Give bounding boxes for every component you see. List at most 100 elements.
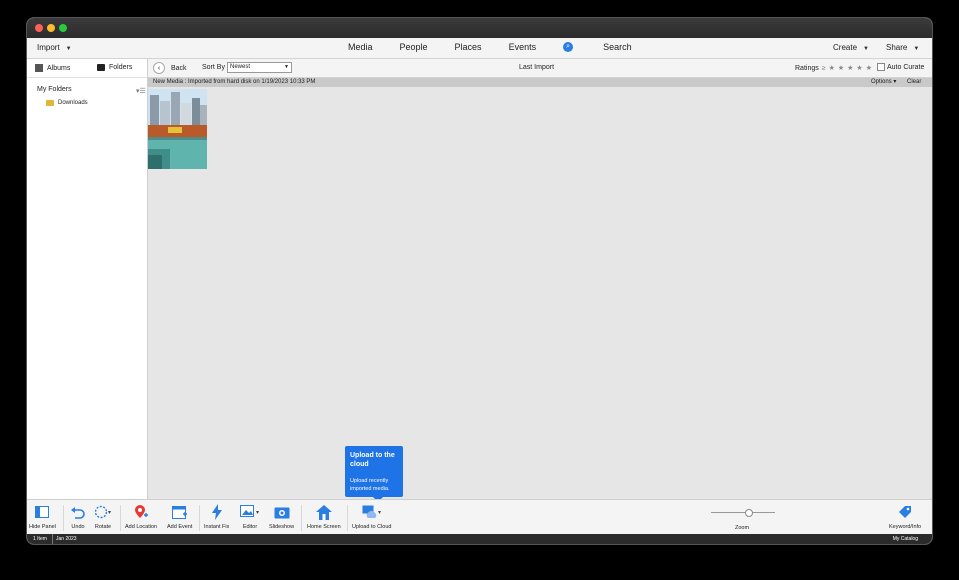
import-group-text: New Media : Imported from hard disk on 1…: [153, 79, 316, 85]
top-menu-bar: Import ▼ Media People Places Events ⌕ Sea…: [27, 38, 932, 59]
slideshow-icon: [274, 504, 290, 520]
import-label: Import: [37, 43, 60, 52]
panel-tabs: Albums Folders: [27, 59, 147, 78]
star-icon[interactable]: ★: [838, 64, 844, 72]
share-label: Share: [886, 43, 908, 52]
nav-events[interactable]: Events: [509, 42, 537, 52]
app-window: Import ▼ Media People Places Events ⌕ Sea…: [27, 18, 932, 544]
search-button[interactable]: ⌕ Search: [563, 42, 659, 52]
minimize-window-button[interactable]: [47, 24, 55, 32]
map-pin-icon: [134, 504, 149, 520]
create-label: Create: [833, 43, 858, 52]
lightning-icon: [211, 504, 223, 520]
search-label: Search: [603, 42, 632, 52]
my-folders-heading: My Folders: [37, 86, 72, 93]
undo-label: Undo: [71, 524, 85, 530]
hide-panel-label: Hide Panel: [29, 524, 56, 530]
tab-albums-label: Albums: [47, 64, 71, 72]
import-group-header: New Media : Imported from hard disk on 1…: [148, 78, 932, 87]
title-bar: [27, 18, 932, 38]
tab-folders-label: Folders: [109, 64, 133, 71]
tooltip-title: Upload to the cloud: [350, 452, 395, 468]
sort-by-label: Sort By: [202, 64, 225, 71]
add-location-label: Add Location: [125, 524, 158, 530]
left-panel: Albums Folders My Folders ▾☰ Downloads: [27, 59, 148, 499]
star-icon[interactable]: ★: [829, 64, 835, 72]
upload-to-cloud-label: Upload to Cloud: [352, 524, 392, 530]
options-label: Options: [871, 79, 892, 85]
keyword-info-label: Keyword/Info: [889, 524, 922, 530]
slideshow-label: Slideshow: [269, 524, 295, 530]
media-thumbnail[interactable]: [148, 89, 207, 169]
add-event-button[interactable]: Add Event: [167, 504, 192, 530]
toolbar-divider: [63, 505, 64, 531]
media-grid: [148, 88, 932, 499]
auto-curate-checkbox[interactable]: [877, 63, 885, 71]
zoom-window-button[interactable]: [59, 24, 67, 32]
ratings-compare-icon[interactable]: ≥: [822, 65, 826, 72]
instant-fix-label: Instant Fix: [204, 524, 230, 530]
nav-places[interactable]: Places: [455, 42, 482, 52]
zoom-label: Zoom: [735, 525, 750, 531]
hide-panel-button[interactable]: Hide Panel: [29, 504, 56, 530]
editor-label: Editor: [242, 524, 258, 530]
folder-view-menu-icon[interactable]: ▾☰: [136, 87, 146, 95]
folder-icon: [46, 100, 54, 106]
rotate-button[interactable]: Rotate: [94, 504, 112, 530]
toolbar-divider: [301, 505, 302, 531]
image-edit-icon: [240, 504, 260, 520]
share-menu[interactable]: Share ▼: [886, 43, 919, 52]
back-label: Back: [171, 64, 187, 72]
zoom-handle[interactable]: [745, 509, 753, 517]
instant-fix-button[interactable]: Instant Fix: [204, 504, 229, 530]
grid-toolbar: ‹ Back Sort By Newest ▼ Last Import Rati…: [148, 59, 932, 78]
add-location-button[interactable]: Add Location: [125, 504, 157, 530]
options-menu[interactable]: Options ▾: [871, 78, 896, 87]
editor-button[interactable]: Editor: [240, 504, 260, 530]
back-button[interactable]: ‹ Back: [153, 62, 187, 74]
ratings-filter: Ratings ≥ ★ ★ ★ ★ ★: [795, 64, 872, 73]
album-icon: [35, 64, 43, 72]
add-event-label: Add Event: [167, 524, 193, 530]
tooltip-body: Upload recently imported media.: [350, 478, 390, 492]
tab-folders[interactable]: Folders: [97, 64, 132, 71]
clear-button[interactable]: Clear: [907, 78, 921, 87]
close-window-button[interactable]: [35, 24, 43, 32]
slideshow-button[interactable]: Slideshow: [269, 504, 294, 530]
auto-curate-toggle[interactable]: Auto Curate: [877, 63, 924, 71]
panel-icon: [35, 504, 50, 520]
catalog-name[interactable]: My Catalog: [893, 534, 918, 544]
import-menu[interactable]: Import ▼: [37, 43, 72, 52]
main-nav: Media People Places Events ⌕ Search: [348, 42, 659, 52]
ratings-label: Ratings: [795, 64, 819, 72]
keyword-info-button[interactable]: Keyword/Info: [889, 504, 921, 530]
tag-icon: [898, 504, 912, 520]
item-count: 1 Item: [33, 536, 47, 542]
folder-item-downloads[interactable]: Downloads: [46, 100, 88, 106]
home-icon: [315, 504, 332, 520]
upload-to-cloud-button[interactable]: Upload to Cloud: [352, 504, 391, 530]
zoom-track: [711, 512, 775, 513]
calendar-icon: [171, 504, 188, 520]
rotate-label: Rotate: [94, 524, 112, 530]
sort-by-select[interactable]: Newest ▼: [227, 62, 292, 73]
auto-curate-label: Auto Curate: [887, 63, 925, 71]
star-icon[interactable]: ★: [856, 64, 862, 72]
undo-button[interactable]: Undo: [70, 504, 86, 530]
chevron-down-icon: ▼: [863, 46, 869, 52]
chevron-down-icon: ▼: [913, 46, 920, 52]
toolbar-divider: [199, 505, 200, 531]
chevron-down-icon: ▼: [284, 64, 289, 70]
nav-people[interactable]: People: [400, 42, 428, 52]
chevron-left-icon: ‹: [153, 62, 165, 74]
tab-albums[interactable]: Albums: [35, 64, 70, 72]
home-screen-button[interactable]: Home Screen: [307, 504, 341, 530]
chevron-down-icon: ▾: [893, 79, 897, 85]
create-menu[interactable]: Create ▼: [833, 43, 869, 52]
nav-media[interactable]: Media: [348, 42, 373, 52]
star-icon[interactable]: ★: [847, 64, 853, 72]
star-icon[interactable]: ★: [866, 64, 872, 72]
status-bar: 1 Item Jan 2023 My Catalog: [27, 534, 932, 544]
cloud-upload-icon: [362, 504, 382, 520]
view-title: Last Import: [519, 64, 555, 71]
